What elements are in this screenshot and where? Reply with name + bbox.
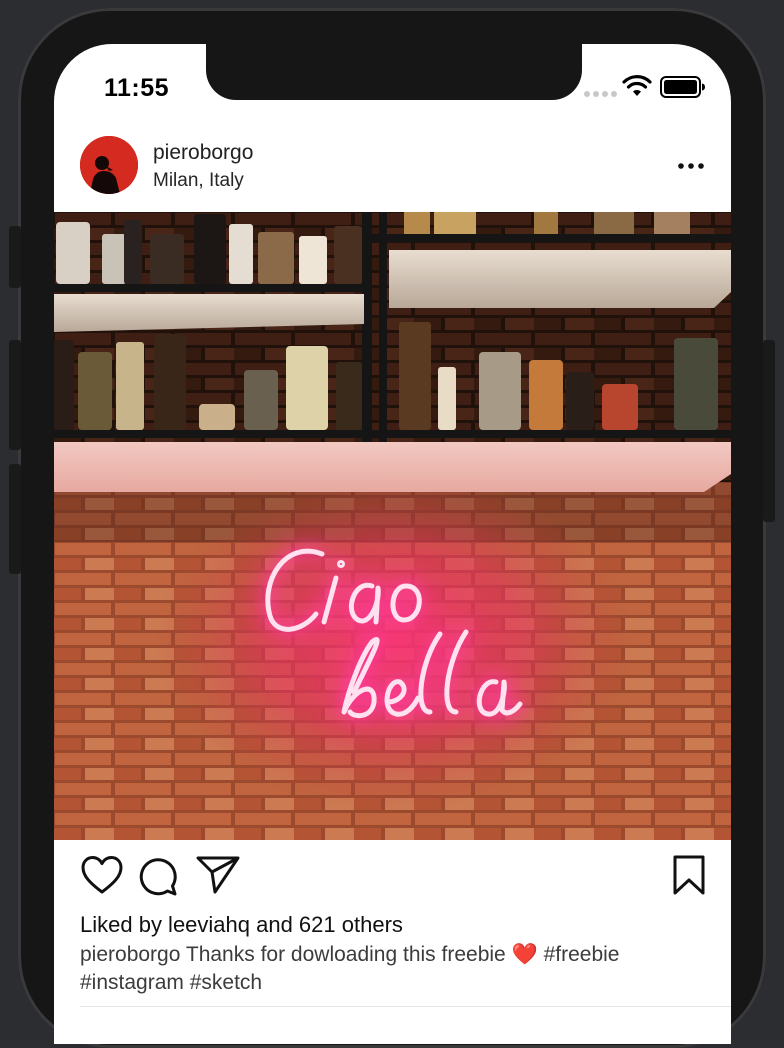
wifi-icon bbox=[622, 75, 652, 96]
caption-hashtags[interactable]: #freebie bbox=[544, 943, 620, 966]
post-username[interactable]: pieroborgo bbox=[153, 141, 253, 165]
likes-count[interactable]: Liked by leeviahq and 621 others bbox=[80, 912, 403, 938]
divider bbox=[80, 1006, 731, 1007]
more-options-icon[interactable] bbox=[676, 162, 706, 170]
bookmark-icon[interactable] bbox=[672, 855, 706, 895]
signal-icon bbox=[584, 91, 617, 97]
caption-text: Thanks for dowloading this freebie bbox=[185, 943, 506, 966]
power-button bbox=[763, 340, 775, 522]
battery-icon bbox=[660, 76, 705, 98]
heart-emoji: ❤️ bbox=[511, 942, 538, 966]
notch bbox=[206, 44, 582, 100]
post-actions bbox=[54, 850, 731, 900]
post-caption: pieroborgo Thanks for dowloading this fr… bbox=[80, 940, 710, 997]
caption-username[interactable]: pieroborgo bbox=[80, 943, 180, 966]
avatar[interactable] bbox=[80, 136, 138, 194]
screen: 11:55 pieroborgo Milan, Italy Liked by l… bbox=[54, 44, 731, 1044]
volume-up-button bbox=[9, 340, 21, 450]
volume-down-button bbox=[9, 464, 21, 574]
mute-switch bbox=[9, 226, 21, 288]
caption-hashtags-2[interactable]: #instagram #sketch bbox=[80, 971, 262, 994]
post-image[interactable] bbox=[54, 212, 731, 840]
status-time: 11:55 bbox=[104, 74, 170, 102]
comment-icon[interactable] bbox=[138, 857, 178, 897]
post-location[interactable]: Milan, Italy bbox=[153, 170, 244, 192]
post-header: pieroborgo Milan, Italy bbox=[54, 132, 731, 210]
share-icon[interactable] bbox=[195, 854, 241, 896]
heart-icon[interactable] bbox=[80, 855, 124, 895]
